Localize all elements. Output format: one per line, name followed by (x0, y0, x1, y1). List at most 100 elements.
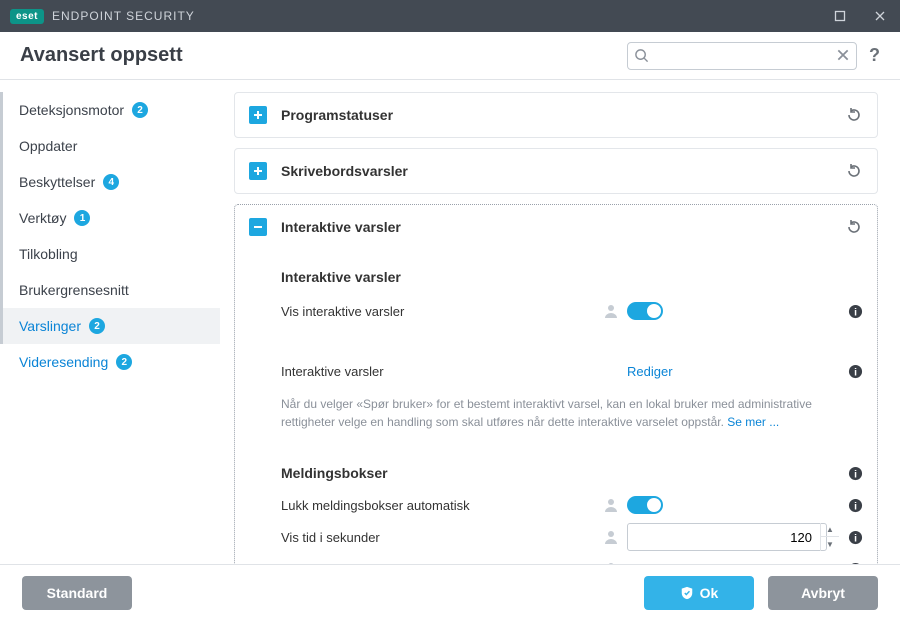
close-icon (874, 10, 886, 22)
row-msgbox-section: Meldingsbokser i (281, 457, 863, 489)
sidebar-badge: 4 (103, 174, 119, 190)
default-button[interactable]: Standard (22, 576, 132, 610)
svg-text:i: i (854, 501, 857, 512)
row-show-interactive: Vis interaktive varsler i (281, 295, 863, 327)
shield-icon (680, 586, 694, 600)
sidebar-item-ui[interactable]: Brukergrensesnitt (0, 272, 220, 308)
sidebar-item-label: Beskyttelser (19, 174, 95, 190)
search-clear-button[interactable] (836, 48, 850, 62)
product-name: ENDPOINT SECURITY (52, 9, 195, 23)
spin-down[interactable]: ▼ (821, 537, 839, 551)
sidebar-item-forwarding[interactable]: Videresending 2 (0, 344, 220, 380)
content: Programstatuser Skrivebordsvarsler (220, 80, 900, 564)
brand-logo: eset (10, 9, 44, 24)
sidebar-item-detection-engine[interactable]: Deteksjonsmotor 2 (0, 92, 220, 128)
revert-button[interactable] (845, 106, 863, 124)
info-icon: i (848, 364, 863, 379)
body: Deteksjonsmotor 2 Oppdater Beskyttelser … (0, 80, 900, 564)
section-title-interactive: Interaktive varsler (281, 269, 863, 285)
user-icon (603, 561, 619, 564)
search-input[interactable] (627, 42, 857, 70)
panel-header[interactable]: Interaktive varsler (235, 205, 877, 249)
page-title: Avansert oppsett (20, 44, 183, 67)
toggle-show-interactive[interactable] (627, 302, 663, 320)
panel-header[interactable]: Skrivebordsvarsler (235, 149, 877, 193)
svg-text:i: i (854, 469, 857, 480)
panel-header[interactable]: Programstatuser (235, 93, 877, 137)
collapse-button[interactable] (249, 218, 267, 236)
section-title-msgboxes: Meldingsbokser (281, 465, 603, 481)
row-autoclose: Lukk meldingsbokser automatisk i (281, 489, 863, 521)
svg-text:i: i (854, 307, 857, 318)
row-label: Vis tid i sekunder (281, 530, 603, 545)
plus-icon (253, 166, 263, 176)
sidebar-item-notifications[interactable]: Varslinger 2 (0, 308, 220, 344)
sidebar-item-label: Varslinger (19, 318, 81, 334)
row-label: Bekreftelsesmeldinger (281, 562, 603, 565)
plus-icon (253, 110, 263, 120)
spinner: ▲ ▼ (820, 523, 839, 551)
sidebar-item-label: Videresending (19, 354, 108, 370)
edit-interactive-link[interactable]: Rediger (627, 364, 673, 379)
sidebar-item-update[interactable]: Oppdater (0, 128, 220, 164)
sidebar-item-label: Brukergrensesnitt (19, 282, 129, 298)
help-text: Når du velger «Spør bruker» for et beste… (281, 395, 841, 431)
row-duration: Vis tid i sekunder ▲ ▼ (281, 521, 863, 553)
info-button[interactable]: i (848, 530, 863, 545)
ok-button[interactable]: Ok (644, 576, 754, 610)
minus-icon (253, 222, 263, 232)
revert-button[interactable] (845, 162, 863, 180)
sidebar-item-label: Oppdater (19, 138, 77, 154)
row-label: Lukk meldingsbokser automatisk (281, 498, 603, 513)
expand-button[interactable] (249, 106, 267, 124)
info-icon: i (848, 530, 863, 545)
user-icon (603, 303, 619, 319)
sidebar-item-label: Tilkobling (19, 246, 78, 262)
info-button[interactable]: i (848, 466, 863, 481)
search-field-wrap (627, 42, 857, 70)
toggle-autoclose[interactable] (627, 496, 663, 514)
panel-program-status: Programstatuser (234, 92, 878, 138)
svg-text:i: i (854, 367, 857, 378)
panel-title: Skrivebordsvarsler (281, 163, 845, 179)
search-icon (634, 48, 649, 63)
user-icon (603, 497, 619, 513)
cancel-button[interactable]: Avbryt (768, 576, 878, 610)
sidebar-item-connection[interactable]: Tilkobling (0, 236, 220, 272)
edit-confirm-link[interactable]: Rediger (627, 562, 673, 565)
expand-button[interactable] (249, 162, 267, 180)
sidebar: Deteksjonsmotor 2 Oppdater Beskyttelser … (0, 80, 220, 564)
undo-icon (845, 218, 863, 236)
sidebar-badge: 2 (132, 102, 148, 118)
button-label: Avbryt (801, 585, 845, 601)
info-icon: i (848, 498, 863, 513)
header: Avansert oppsett ? (0, 32, 900, 80)
undo-icon (845, 106, 863, 124)
footer: Standard Ok Avbryt (0, 564, 900, 620)
window-maximize-button[interactable] (820, 0, 860, 32)
window-close-button[interactable] (860, 0, 900, 32)
sidebar-item-label: Deteksjonsmotor (19, 102, 124, 118)
info-button[interactable]: i (848, 498, 863, 513)
info-icon: i (848, 304, 863, 319)
info-button[interactable]: i (848, 364, 863, 379)
see-more-link[interactable]: Se mer ... (727, 415, 779, 429)
panel-desktop-notifications: Skrivebordsvarsler (234, 148, 878, 194)
help-button[interactable]: ? (869, 45, 880, 66)
sidebar-item-protections[interactable]: Beskyttelser 4 (0, 164, 220, 200)
info-button[interactable]: i (848, 304, 863, 319)
sidebar-badge: 2 (89, 318, 105, 334)
maximize-icon (834, 10, 846, 22)
duration-input[interactable] (628, 530, 820, 545)
row-interactive-list: Interaktive varsler Rediger i (281, 355, 863, 387)
panel-body: Interaktive varsler Vis interaktive vars… (235, 249, 877, 564)
info-button[interactable]: i (848, 562, 863, 565)
revert-button[interactable] (845, 218, 863, 236)
spin-up[interactable]: ▲ (821, 523, 839, 537)
sidebar-item-tools[interactable]: Verktøy 1 (0, 200, 220, 236)
info-icon: i (848, 562, 863, 565)
button-label: Standard (47, 585, 108, 601)
panel-title: Programstatuser (281, 107, 845, 123)
panel-title: Interaktive varsler (281, 219, 845, 235)
row-label: Interaktive varsler (281, 364, 603, 379)
